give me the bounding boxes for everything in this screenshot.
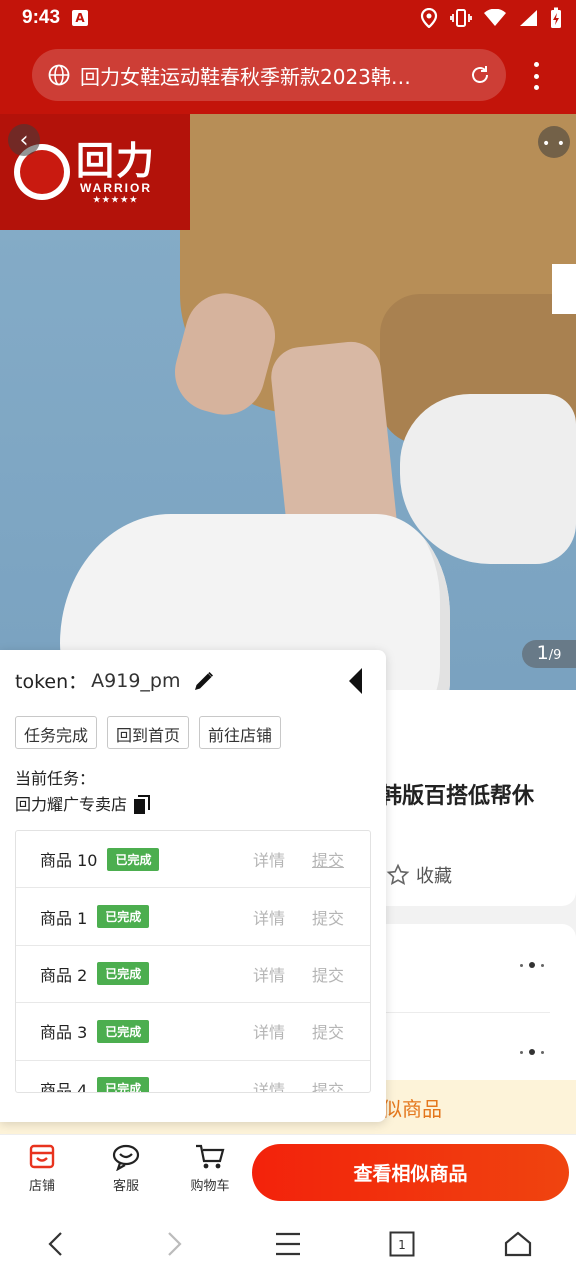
status-badge: 已完成 [97,1077,150,1092]
shop-button[interactable]: 店铺 [12,1143,72,1194]
submit-link[interactable]: 提交 [312,1077,344,1092]
option-more-icon[interactable] [520,962,544,968]
task-item: 商品 10 已完成 详情 提交 [16,831,370,889]
submit-link[interactable]: 提交 [312,1019,344,1043]
vibrate-icon [450,9,472,27]
task-item-name: 商品 10 [40,851,98,871]
task-done-button[interactable]: 任务完成 [15,716,98,749]
globe-icon [48,64,70,86]
token-value: A919_pm [91,669,181,692]
submit-link[interactable]: 提交 [312,905,344,929]
more-button[interactable]: • • [538,126,570,158]
option-more-icon[interactable] [520,1049,544,1055]
forward-arrow-icon [168,1232,182,1256]
brand-stars: ★★★★★ [93,194,139,204]
notification-app-icon: A [72,10,89,26]
nav-menu-button[interactable] [268,1228,308,1260]
brand-name-en: WARRIOR [80,180,152,195]
gallery-current: 1 [536,642,549,664]
detail-link[interactable]: 详情 [253,847,285,871]
back-arrow-icon [48,1232,62,1256]
task-item: 商品 2 已完成 详情 提交 [16,946,370,1004]
task-item: 商品 1 已完成 详情 提交 [16,888,370,946]
detail-link[interactable]: 详情 [253,1019,285,1043]
current-task: 当前任务： 回力耀广专卖店 [15,766,151,818]
status-badge: 已完成 [107,847,160,871]
favorite-button[interactable]: 收藏 [386,862,452,888]
nav-back-button[interactable] [36,1228,76,1260]
wifi-icon [484,9,506,26]
detail-link[interactable]: 详情 [253,905,285,929]
current-shop-name: 回力耀广专卖店 [15,795,128,814]
favorite-label: 收藏 [416,866,452,887]
status-badge: 已完成 [97,962,150,986]
more-dots-icon: • • [542,136,566,152]
cart-icon [196,1144,225,1169]
product-title: 韩版百搭低帮休 [380,784,535,809]
task-item-name: 商品 2 [40,965,88,985]
cart-button[interactable]: 购物车 [180,1143,240,1194]
token-row: token： A919_pm [15,667,216,694]
tabs-icon: 1 [389,1231,415,1257]
task-list[interactable]: 商品 10 已完成 详情 提交 商品 1 已完成 详情 提交 商品 2 已完成 … [15,830,371,1093]
hamburger-icon [276,1232,300,1256]
status-time: 9:43 [22,7,61,28]
task-item: 商品 4 已完成 详情 提交 [16,1061,370,1093]
edit-icon[interactable] [192,669,216,693]
panel-actions: 任务完成 回到首页 前往店铺 [15,716,282,749]
collapse-panel-button[interactable] [346,666,366,700]
page-title: 回力女鞋运动鞋春秋季新款2023韩… [80,64,411,89]
browser-menu-button[interactable] [524,62,548,90]
submit-link[interactable]: 提交 [312,962,344,986]
go-shop-button[interactable]: 前往店铺 [199,716,282,749]
service-label: 客服 [112,1179,139,1194]
view-similar-button[interactable]: 查看相似商品 [252,1144,569,1201]
chevron-left-icon: ‹ [19,127,29,153]
brand-name-cn: 回力 [76,138,157,183]
home-icon [504,1231,532,1257]
nav-tabs-button[interactable]: 1 [382,1228,422,1260]
status-bar: 9:43 A [0,0,576,36]
nav-home-button[interactable] [498,1228,538,1260]
copy-icon[interactable] [133,795,151,815]
reload-icon[interactable] [468,63,492,87]
tabs-count: 1 [398,1238,406,1252]
url-bar[interactable]: 回力女鞋运动鞋春秋季新款2023韩… [32,49,506,101]
detail-link[interactable]: 详情 [253,1077,285,1092]
customer-service-button[interactable]: 客服 [96,1143,156,1194]
system-navigation-bar: 1 [0,1208,576,1280]
gallery-total: /9 [548,648,562,663]
cart-label: 购物车 [190,1179,230,1194]
battery-icon [551,7,561,28]
task-panel: token： A919_pm 任务完成 回到首页 前往店铺 当前任务： 回力耀广… [0,650,386,1122]
back-home-button[interactable]: 回到首页 [107,716,190,749]
status-badge: 已完成 [97,905,150,929]
bottom-action-bar: 店铺 客服 购物车 查看相似商品 [0,1134,576,1208]
submit-link[interactable]: 提交 [312,847,344,871]
token-label: token： [15,671,88,693]
current-task-label: 当前任务： [15,769,96,788]
shop-icon [29,1144,55,1169]
signal-icon [520,10,537,26]
browser-toolbar: 回力女鞋运动鞋春秋季新款2023韩… [0,36,576,114]
nav-forward-button[interactable] [154,1228,194,1260]
status-badge: 已完成 [97,1019,150,1043]
chat-icon [112,1144,140,1171]
task-item-name: 商品 3 [40,1023,88,1043]
star-icon [386,863,410,886]
task-item-name: 商品 1 [40,908,88,928]
back-button[interactable]: ‹ [8,124,40,156]
task-item-name: 商品 4 [40,1080,88,1093]
triangle-left-icon [349,668,362,694]
shop-label: 店铺 [28,1179,55,1194]
task-item: 商品 3 已完成 详情 提交 [16,1003,370,1061]
detail-link[interactable]: 详情 [253,962,285,986]
location-icon [420,8,438,28]
gallery-pager: 1 /9 [522,640,576,668]
